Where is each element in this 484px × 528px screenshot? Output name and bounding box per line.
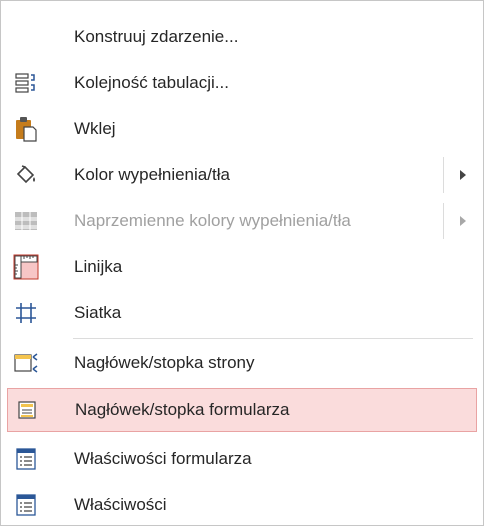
menu-item-label: Nagłówek/stopka strony [74,353,255,372]
page-header-footer-icon [12,349,40,377]
menu-item-label: Siatka [74,303,122,322]
menu-item-label: Właściwości [74,495,167,514]
form-properties-icon [12,445,40,473]
menu-item-label: Naprzemienne kolory wypełnienia/tła [74,211,351,230]
menu-item-build-event[interactable]: Konstruuj zdarzenie... [2,14,482,60]
alternate-fill-icon [12,207,40,235]
menu-item-form-header-footer[interactable]: Nagłówek/stopka formularza [7,388,477,432]
ruler-icon [12,253,40,281]
menu-item-page-header-footer[interactable]: Nagłówek/stopka strony [2,340,482,386]
context-menu: Konstruuj zdarzenie... Kolejność tabulac… [0,0,484,526]
menu-item-label: Wklej [74,119,116,138]
menu-item-paste[interactable]: Wklej [2,106,482,152]
submenu-arrow-icon[interactable] [443,157,482,193]
grid-icon [12,299,40,327]
form-header-footer-icon [13,396,41,424]
menu-item-label: Właściwości formularza [74,449,252,468]
menu-separator [73,338,473,339]
fill-color-icon [12,161,40,189]
menu-item-label: Kolor wypełnienia/tła [74,165,230,184]
menu-item-grid[interactable]: Siatka [2,290,482,336]
properties-icon [12,491,40,519]
menu-item-fill-color[interactable]: Kolor wypełnienia/tła [2,152,482,198]
menu-item-tab-order[interactable]: Kolejność tabulacji... [2,60,482,106]
menu-item-form-properties[interactable]: Właściwości formularza [2,436,482,482]
menu-item-ruler[interactable]: Linijka [2,244,482,290]
submenu-arrow-icon[interactable] [443,203,482,239]
menu-item-properties[interactable]: Właściwości [2,482,482,528]
menu-item-alternate-fill[interactable]: Naprzemienne kolory wypełnienia/tła [2,198,482,244]
tab-order-icon [12,69,40,97]
paste-icon [12,115,40,143]
menu-item-label: Linijka [74,257,123,276]
menu-item-label: Konstruuj zdarzenie... [74,27,239,46]
menu-item-label: Kolejność tabulacji... [74,73,229,92]
menu-item-label: Nagłówek/stopka formularza [75,400,290,419]
